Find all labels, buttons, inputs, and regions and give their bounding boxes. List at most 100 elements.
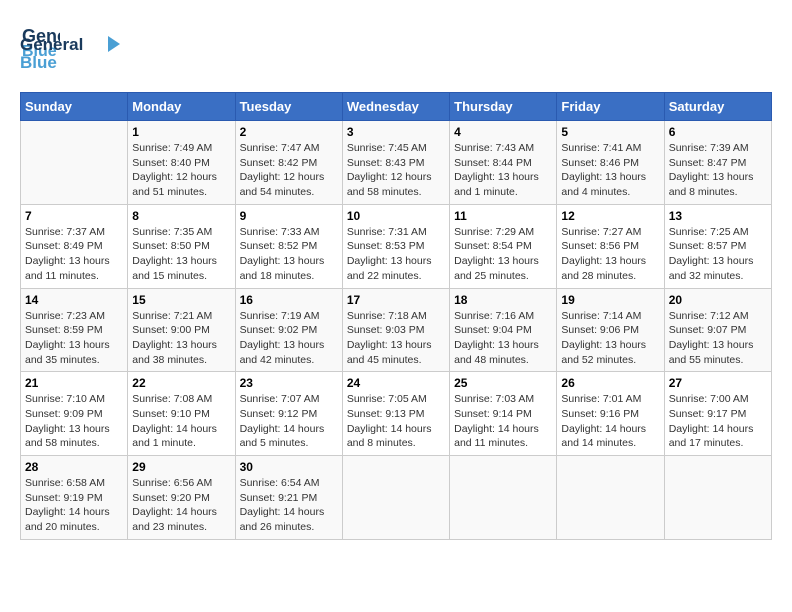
calendar-cell: 6Sunrise: 7:39 AM Sunset: 8:47 PM Daylig… — [664, 121, 771, 205]
logo: General Blue General Blue — [20, 20, 130, 82]
day-info: Sunrise: 7:29 AM Sunset: 8:54 PM Dayligh… — [454, 225, 552, 284]
day-number: 19 — [561, 293, 659, 307]
logo-svg: General Blue — [20, 32, 130, 77]
calendar-cell: 11 Sunrise: 7:29 AM Sunset: 8:54 PM Dayli… — [450, 204, 557, 288]
column-header-tuesday: Tuesday — [235, 93, 342, 121]
day-number: 1 — [132, 125, 230, 139]
day-info: Sunrise: 7:12 AM Sunset: 9:07 PM Dayligh… — [669, 309, 767, 368]
day-number: 29 — [132, 460, 230, 474]
day-number: 30 — [240, 460, 338, 474]
day-number: 23 — [240, 376, 338, 390]
day-number: 12 — [561, 209, 659, 223]
page-header: General Blue General Blue — [20, 20, 772, 82]
calendar-cell: 21 Sunrise: 7:10 AM Sunset: 9:09 PM Dayli… — [21, 372, 128, 456]
day-info: Sunrise: 7:07 AM Sunset: 9:12 PM Dayligh… — [240, 392, 338, 451]
calendar-cell — [664, 456, 771, 540]
day-info: Sunrise: 7:41 AM Sunset: 8:46 PM Dayligh… — [561, 141, 659, 200]
day-info: Sunrise: 7:10 AM Sunset: 9:09 PM Dayligh… — [25, 392, 123, 451]
day-number: 24 — [347, 376, 445, 390]
calendar-cell: 4 Sunrise: 7:43 AM Sunset: 8:44 PM Daylig… — [450, 121, 557, 205]
day-info: Sunrise: 7:33 AM Sunset: 8:52 PM Dayligh… — [240, 225, 338, 284]
calendar-table: SundayMondayTuesdayWednesdayThursdayFrid… — [20, 92, 772, 540]
day-info: Sunrise: 7:05 AM Sunset: 9:13 PM Dayligh… — [347, 392, 445, 451]
calendar-cell — [557, 456, 664, 540]
calendar-cell: 14Sunrise: 7:23 AM Sunset: 8:59 PM Dayli… — [21, 288, 128, 372]
day-number: 2 — [240, 125, 338, 139]
column-header-saturday: Saturday — [664, 93, 771, 121]
day-info: Sunrise: 7:49 AM Sunset: 8:40 PM Dayligh… — [132, 141, 230, 200]
day-info: Sunrise: 7:43 AM Sunset: 8:44 PM Dayligh… — [454, 141, 552, 200]
day-number: 25 — [454, 376, 552, 390]
calendar-cell: 28 Sunrise: 6:58 AM Sunset: 9:19 PM Dayli… — [21, 456, 128, 540]
day-number: 17 — [347, 293, 445, 307]
day-info: Sunrise: 7:25 AM Sunset: 8:57 PM Dayligh… — [669, 225, 767, 284]
day-number: 27 — [669, 376, 767, 390]
calendar-cell: 10 Sunrise: 7:31 AM Sunset: 8:53 PM Dayli… — [342, 204, 449, 288]
calendar-body: 1 Sunrise: 7:49 AM Sunset: 8:40 PM Daylig… — [21, 121, 772, 540]
day-number: 5 — [561, 125, 659, 139]
column-header-friday: Friday — [557, 93, 664, 121]
day-info: Sunrise: 7:31 AM Sunset: 8:53 PM Dayligh… — [347, 225, 445, 284]
column-header-wednesday: Wednesday — [342, 93, 449, 121]
week-row-1: 1 Sunrise: 7:49 AM Sunset: 8:40 PM Daylig… — [21, 121, 772, 205]
calendar-cell — [342, 456, 449, 540]
day-number: 18 — [454, 293, 552, 307]
calendar-cell: 24 Sunrise: 7:05 AM Sunset: 9:13 PM Dayli… — [342, 372, 449, 456]
day-number: 13 — [669, 209, 767, 223]
day-number: 16 — [240, 293, 338, 307]
calendar-cell: 2Sunrise: 7:47 AM Sunset: 8:42 PM Daylig… — [235, 121, 342, 205]
day-info: Sunrise: 7:27 AM Sunset: 8:56 PM Dayligh… — [561, 225, 659, 284]
day-info: Sunrise: 7:18 AM Sunset: 9:03 PM Dayligh… — [347, 309, 445, 368]
day-info: Sunrise: 6:56 AM Sunset: 9:20 PM Dayligh… — [132, 476, 230, 535]
calendar-cell — [450, 456, 557, 540]
day-number: 8 — [132, 209, 230, 223]
day-info: Sunrise: 7:08 AM Sunset: 9:10 PM Dayligh… — [132, 392, 230, 451]
day-info: Sunrise: 7:45 AM Sunset: 8:43 PM Dayligh… — [347, 141, 445, 200]
column-header-thursday: Thursday — [450, 93, 557, 121]
day-number: 26 — [561, 376, 659, 390]
day-number: 15 — [132, 293, 230, 307]
calendar-cell: 13 Sunrise: 7:25 AM Sunset: 8:57 PM Dayli… — [664, 204, 771, 288]
svg-text:Blue: Blue — [20, 53, 57, 72]
day-info: Sunrise: 7:19 AM Sunset: 9:02 PM Dayligh… — [240, 309, 338, 368]
calendar-cell: 9 Sunrise: 7:33 AM Sunset: 8:52 PM Daylig… — [235, 204, 342, 288]
week-row-5: 28 Sunrise: 6:58 AM Sunset: 9:19 PM Dayli… — [21, 456, 772, 540]
calendar-cell: 16 Sunrise: 7:19 AM Sunset: 9:02 PM Dayli… — [235, 288, 342, 372]
calendar-cell: 27 Sunrise: 7:00 AM Sunset: 9:17 PM Dayli… — [664, 372, 771, 456]
calendar-cell: 15Sunrise: 7:21 AM Sunset: 9:00 PM Dayli… — [128, 288, 235, 372]
day-info: Sunrise: 6:54 AM Sunset: 9:21 PM Dayligh… — [240, 476, 338, 535]
calendar-cell: 3 Sunrise: 7:45 AM Sunset: 8:43 PM Daylig… — [342, 121, 449, 205]
day-number: 21 — [25, 376, 123, 390]
day-number: 22 — [132, 376, 230, 390]
calendar-cell: 30 Sunrise: 6:54 AM Sunset: 9:21 PM Dayli… — [235, 456, 342, 540]
day-number: 9 — [240, 209, 338, 223]
calendar-cell: 22 Sunrise: 7:08 AM Sunset: 9:10 PM Dayli… — [128, 372, 235, 456]
calendar-cell: 19 Sunrise: 7:14 AM Sunset: 9:06 PM Dayli… — [557, 288, 664, 372]
calendar-cell: 17 Sunrise: 7:18 AM Sunset: 9:03 PM Dayli… — [342, 288, 449, 372]
day-number: 3 — [347, 125, 445, 139]
calendar-cell: 12 Sunrise: 7:27 AM Sunset: 8:56 PM Dayli… — [557, 204, 664, 288]
calendar-cell: 29 Sunrise: 6:56 AM Sunset: 9:20 PM Dayli… — [128, 456, 235, 540]
calendar-cell: 8 Sunrise: 7:35 AM Sunset: 8:50 PM Daylig… — [128, 204, 235, 288]
day-info: Sunrise: 7:16 AM Sunset: 9:04 PM Dayligh… — [454, 309, 552, 368]
day-number: 4 — [454, 125, 552, 139]
calendar-cell: 20Sunrise: 7:12 AM Sunset: 9:07 PM Dayli… — [664, 288, 771, 372]
calendar-cell: 26 Sunrise: 7:01 AM Sunset: 9:16 PM Dayli… — [557, 372, 664, 456]
column-header-monday: Monday — [128, 93, 235, 121]
svg-text:General: General — [20, 35, 83, 54]
calendar-cell: 25 Sunrise: 7:03 AM Sunset: 9:14 PM Dayli… — [450, 372, 557, 456]
day-number: 11 — [454, 209, 552, 223]
day-info: Sunrise: 7:00 AM Sunset: 9:17 PM Dayligh… — [669, 392, 767, 451]
day-number: 7 — [25, 209, 123, 223]
day-info: Sunrise: 7:37 AM Sunset: 8:49 PM Dayligh… — [25, 225, 123, 284]
week-row-3: 14Sunrise: 7:23 AM Sunset: 8:59 PM Dayli… — [21, 288, 772, 372]
day-info: Sunrise: 7:01 AM Sunset: 9:16 PM Dayligh… — [561, 392, 659, 451]
day-info: Sunrise: 7:03 AM Sunset: 9:14 PM Dayligh… — [454, 392, 552, 451]
day-info: Sunrise: 7:23 AM Sunset: 8:59 PM Dayligh… — [25, 309, 123, 368]
day-number: 28 — [25, 460, 123, 474]
day-info: Sunrise: 7:14 AM Sunset: 9:06 PM Dayligh… — [561, 309, 659, 368]
day-info: Sunrise: 6:58 AM Sunset: 9:19 PM Dayligh… — [25, 476, 123, 535]
calendar-cell: 18 Sunrise: 7:16 AM Sunset: 9:04 PM Dayli… — [450, 288, 557, 372]
day-info: Sunrise: 7:35 AM Sunset: 8:50 PM Dayligh… — [132, 225, 230, 284]
day-number: 10 — [347, 209, 445, 223]
